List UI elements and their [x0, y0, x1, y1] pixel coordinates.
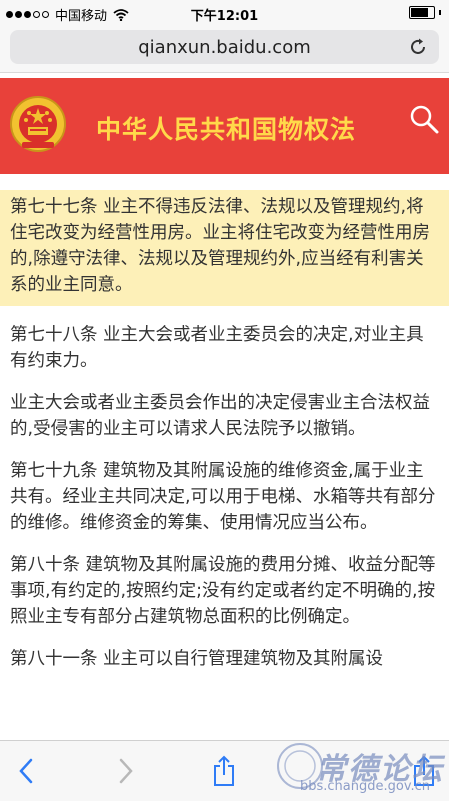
address-bar: qianxun.baidu.com [0, 26, 449, 73]
page-title: 中华人民共和国物权法 [96, 115, 357, 144]
status-bar: 中国移动 下午12:01 [0, 0, 449, 26]
national-emblem-icon [10, 96, 66, 152]
back-button[interactable] [6, 753, 46, 789]
chevron-left-icon [19, 758, 33, 784]
chevron-right-icon [119, 758, 133, 784]
article-77: 第七十七条 业主不得违反法律、法规以及管理规约,将住宅改变为经营性用房。业主将住… [0, 190, 449, 306]
url-text[interactable]: qianxun.baidu.com [10, 37, 439, 58]
search-icon[interactable] [407, 102, 441, 136]
battery-icon [409, 6, 435, 19]
clock: 下午12:01 [190, 9, 259, 24]
law-content: 第七十七条 业主不得违反法律、法规以及管理规约,将住宅改变为经营性用房。业主将住… [0, 190, 449, 670]
share-icon [214, 755, 234, 786]
article-81: 第八十一条 业主可以自行管理建筑物及其附属设 [10, 649, 384, 669]
reload-icon[interactable] [407, 36, 429, 58]
article-78: 第七十八条 业主大会或者业主委员会的决定,对业主具有约束力。 [10, 325, 424, 371]
share-button[interactable] [204, 753, 244, 789]
url-field[interactable]: qianxun.baidu.com [10, 30, 439, 64]
site-header: 中华人民共和国物权法 [0, 78, 449, 174]
battery-tip [439, 10, 441, 15]
article-80: 第八十条 建筑物及其附属设施的费用分摊、收益分配等事项,有约定的,按照约定;没有… [10, 555, 436, 627]
article-78-clause-2: 业主大会或者业主委员会作出的决定侵害业主合法权益的,受侵害的业主可以请求人民法院… [10, 393, 430, 439]
forward-button[interactable] [106, 753, 146, 789]
article-79: 第七十九条 建筑物及其附属设施的维修资金,属于业主共有。经业主共同决定,可以用于… [10, 461, 436, 533]
watermark-url: bbs.changde.gov.cn [300, 779, 431, 794]
battery-group [409, 6, 441, 19]
